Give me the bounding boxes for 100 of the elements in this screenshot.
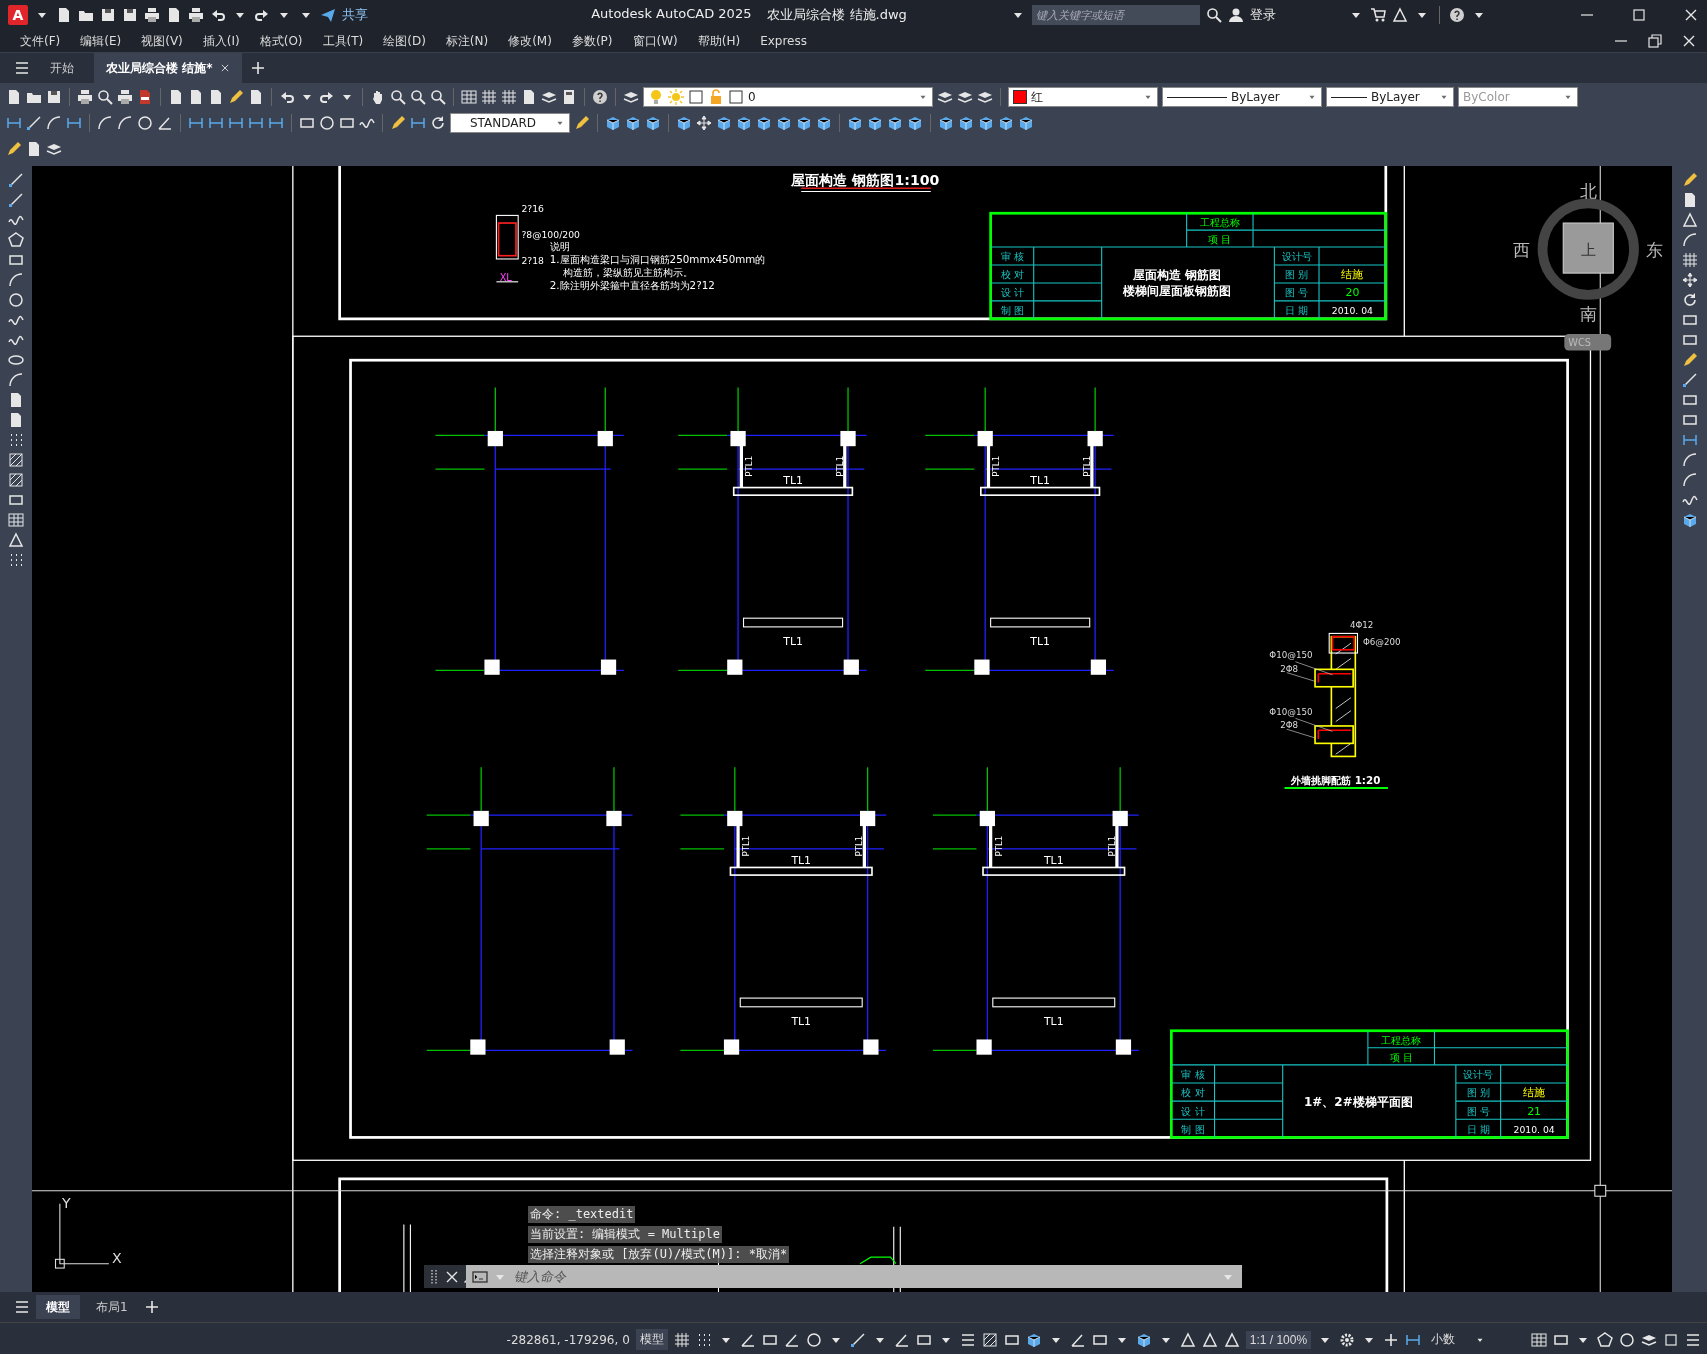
cube-icon[interactable] <box>1025 1331 1042 1348</box>
cube-icon[interactable] <box>958 115 974 131</box>
line-icon[interactable] <box>849 1331 866 1348</box>
lineweight-dropdown[interactable]: ByLayer <box>1326 87 1454 107</box>
dimension-icon[interactable] <box>248 115 264 131</box>
compass-label[interactable]: 东 <box>1646 239 1664 260</box>
arc-icon[interactable] <box>8 272 24 288</box>
menu-item[interactable]: 工具(T) <box>312 32 374 50</box>
circle-icon[interactable] <box>319 115 335 131</box>
cube-icon[interactable] <box>867 115 883 131</box>
document-tab[interactable]: 农业局综合楼 结施* <box>94 53 243 83</box>
grid-icon[interactable] <box>673 1331 690 1348</box>
cube-icon[interactable] <box>736 115 752 131</box>
plus-icon[interactable] <box>1383 1331 1400 1348</box>
menu-item[interactable]: 绘图(D) <box>373 32 436 50</box>
help-icon[interactable] <box>1449 7 1465 23</box>
rectangle-icon[interactable] <box>299 115 315 131</box>
menu-icon[interactable] <box>959 1331 976 1348</box>
plus-icon[interactable] <box>250 60 267 76</box>
document-icon[interactable] <box>208 89 224 105</box>
triangle-icon[interactable] <box>1179 1331 1196 1348</box>
magnifier-icon[interactable] <box>430 89 446 105</box>
line-icon[interactable] <box>8 172 24 188</box>
viewcube-top-face[interactable]: 上 <box>1562 222 1614 274</box>
document-tab[interactable]: 开始 <box>38 53 86 83</box>
share-link[interactable]: 共享 <box>342 6 368 24</box>
layers-icon[interactable] <box>957 89 973 105</box>
hatch-icon[interactable] <box>8 452 24 468</box>
triangle-icon[interactable] <box>1681 212 1698 228</box>
arc-icon[interactable] <box>1681 232 1698 248</box>
grid-icon[interactable] <box>481 89 497 105</box>
rectangle-icon[interactable] <box>1681 332 1698 348</box>
menu-item[interactable]: 视图(V) <box>131 32 193 50</box>
help-icon[interactable] <box>592 89 608 105</box>
linetype-dropdown[interactable]: ByLayer <box>1162 87 1322 107</box>
menu-icon[interactable] <box>1685 1331 1701 1348</box>
arc-icon[interactable] <box>46 115 62 131</box>
rectangle-icon[interactable] <box>1681 312 1698 328</box>
layout-tab[interactable]: 布局1 <box>86 1295 138 1319</box>
color-dropdown[interactable]: 红 <box>1008 87 1158 107</box>
document-icon[interactable] <box>8 412 24 428</box>
rectangle-icon[interactable] <box>339 115 355 131</box>
terminal-icon[interactable] <box>472 1268 488 1285</box>
menu-icon[interactable] <box>14 1299 30 1315</box>
grid-icon[interactable] <box>501 89 517 105</box>
menu-item[interactable]: 帮助(H) <box>687 32 751 50</box>
close-icon[interactable] <box>1683 7 1699 23</box>
menu-item[interactable]: 修改(M) <box>498 32 562 50</box>
menu-icon[interactable] <box>14 60 30 76</box>
model-space-button[interactable]: 模型 <box>635 1329 668 1350</box>
move-arrows-icon[interactable] <box>1681 272 1698 288</box>
polygon-icon[interactable] <box>8 232 24 248</box>
arc-icon[interactable] <box>1681 452 1698 468</box>
cube-icon[interactable] <box>756 115 772 131</box>
cube-icon[interactable] <box>978 115 994 131</box>
restore-icon[interactable] <box>1647 33 1663 49</box>
dots-grid-icon[interactable] <box>8 552 24 568</box>
menu-item[interactable]: 格式(O) <box>249 32 313 50</box>
printer-icon[interactable] <box>117 89 133 105</box>
triangle-icon[interactable] <box>8 532 24 548</box>
menu-item[interactable]: Express <box>750 34 817 48</box>
rectangle-icon[interactable] <box>8 252 24 268</box>
polygon-icon[interactable] <box>1597 1331 1613 1348</box>
cube-icon[interactable] <box>796 115 812 131</box>
dimension-icon[interactable] <box>188 115 204 131</box>
rotate-icon[interactable] <box>430 115 446 131</box>
dimension-icon[interactable] <box>228 115 244 131</box>
document-icon[interactable] <box>6 89 22 105</box>
table-icon[interactable] <box>461 89 477 105</box>
cube-icon[interactable] <box>625 115 641 131</box>
dots-grid-icon[interactable] <box>8 432 24 448</box>
rotate-icon[interactable] <box>1681 292 1698 308</box>
redo-icon[interactable] <box>254 7 270 23</box>
rectangle-icon[interactable] <box>1681 392 1698 408</box>
cart-icon[interactable] <box>1370 7 1386 23</box>
dimension-icon[interactable] <box>208 115 224 131</box>
text-style-dropdown[interactable]: STANDARD <box>450 113 570 133</box>
compass-label[interactable]: 北 <box>1579 180 1597 201</box>
pencil-icon[interactable] <box>228 89 244 105</box>
menu-item[interactable]: 插入(I) <box>192 32 250 50</box>
layer-dropdown[interactable]: 0 <box>643 87 933 107</box>
viewcube-ring[interactable] <box>1537 198 1639 300</box>
units-dropdown[interactable]: 小数 <box>1427 1329 1525 1350</box>
hatch-icon[interactable] <box>8 472 24 488</box>
document-icon[interactable] <box>521 89 537 105</box>
user-icon[interactable] <box>1228 7 1244 23</box>
line-icon[interactable] <box>8 192 24 208</box>
printer-icon[interactable] <box>144 7 160 23</box>
dimension-icon[interactable] <box>268 115 284 131</box>
maximize-icon[interactable] <box>1631 7 1647 23</box>
menu-item[interactable]: 标注(N) <box>435 32 499 50</box>
circle-icon[interactable] <box>1619 1331 1635 1348</box>
pencil-icon[interactable] <box>574 115 590 131</box>
move-arrows-icon[interactable] <box>696 115 712 131</box>
search-field[interactable]: 键入关键字或短语 <box>1032 5 1200 25</box>
compass-label[interactable]: 南 <box>1579 303 1597 324</box>
rectangle-icon[interactable] <box>1681 412 1698 428</box>
cube-icon[interactable] <box>1018 115 1034 131</box>
line-icon[interactable] <box>26 115 42 131</box>
document-icon[interactable] <box>166 7 182 23</box>
